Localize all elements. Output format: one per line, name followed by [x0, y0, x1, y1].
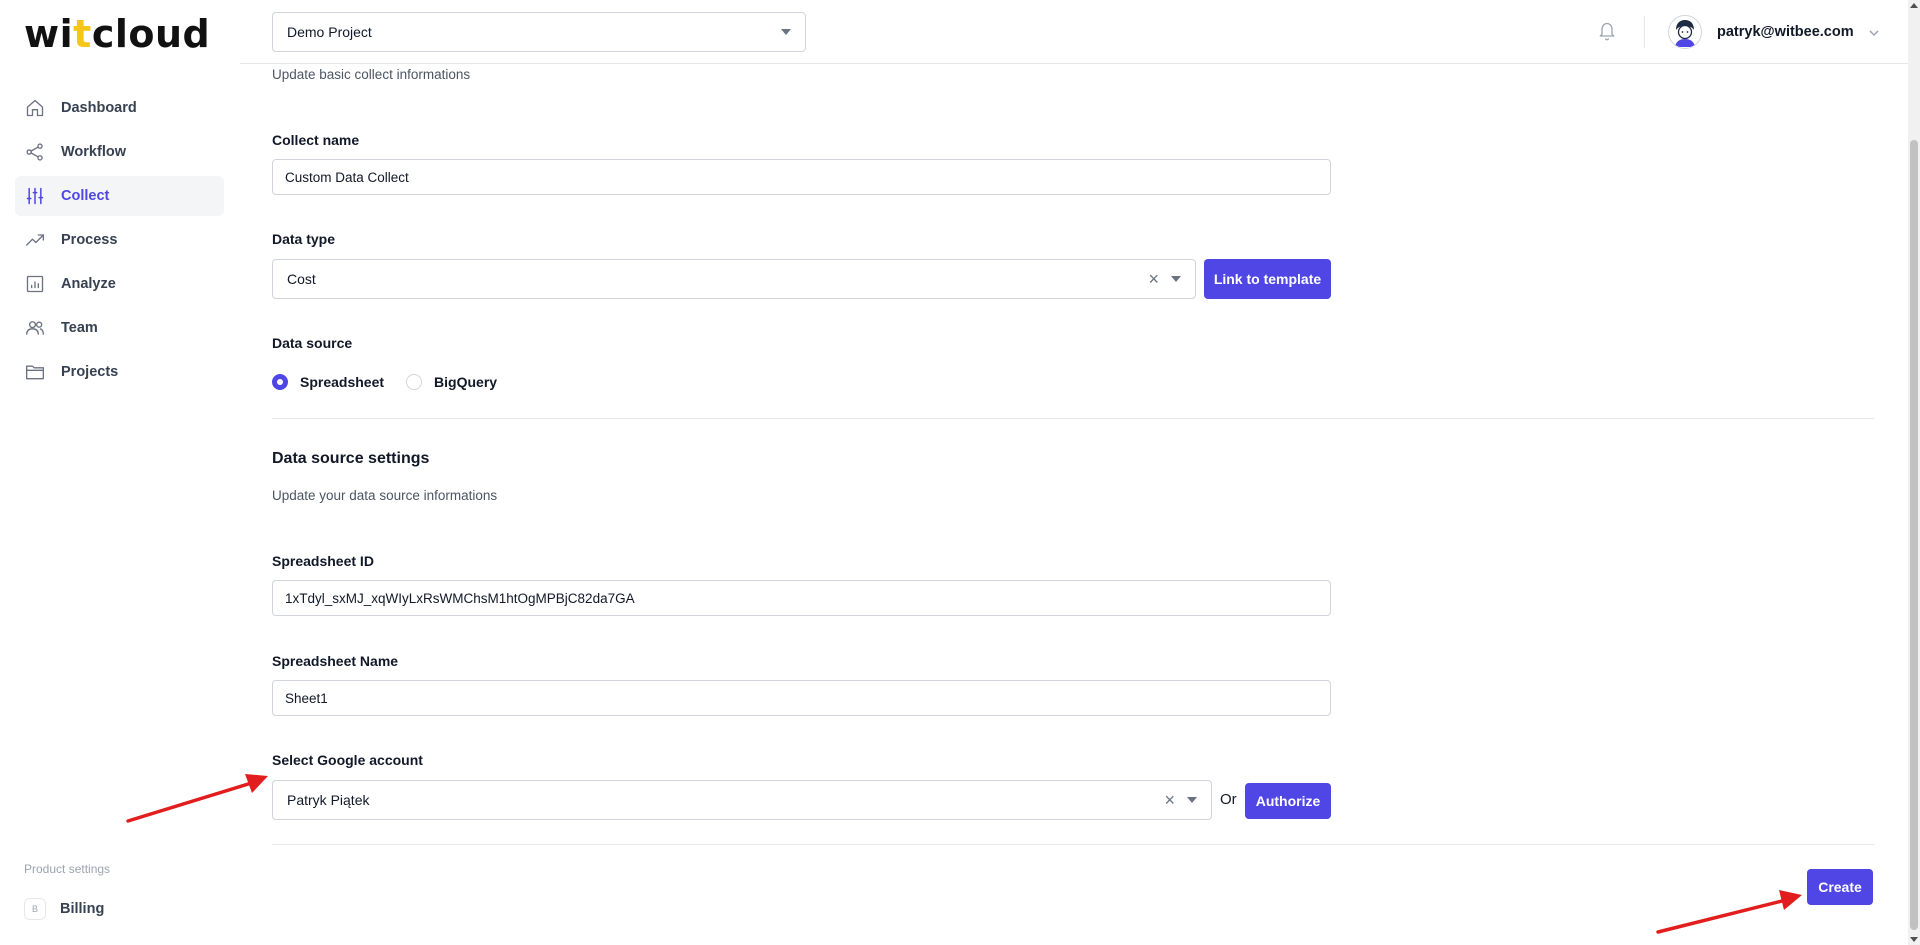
home-icon — [24, 97, 46, 119]
scrollbar-thumb[interactable] — [1910, 140, 1918, 930]
link-to-template-button[interactable]: Link to template — [1204, 259, 1331, 299]
data-source-radio-group: Spreadsheet BigQuery — [272, 374, 519, 390]
spreadsheet-name-input[interactable] — [272, 680, 1331, 716]
sidebar-item-dashboard[interactable]: Dashboard — [15, 88, 224, 128]
data-source-label: Data source — [272, 335, 353, 351]
sliders-icon — [24, 185, 46, 207]
sidebar-item-workflow[interactable]: Workflow — [15, 132, 224, 172]
spreadsheet-id-input[interactable] — [272, 580, 1331, 616]
radio-spreadsheet[interactable] — [272, 374, 288, 390]
annotation-arrow-create — [1656, 890, 1802, 934]
sidebar-item-label: Workflow — [61, 144, 126, 160]
vertical-scrollbar[interactable] — [1908, 0, 1920, 945]
sidebar-item-team[interactable]: Team — [15, 308, 224, 348]
clear-icon[interactable]: × — [1164, 791, 1175, 809]
authorize-button[interactable]: Authorize — [1245, 783, 1331, 819]
bell-icon[interactable] — [1597, 20, 1619, 44]
create-button[interactable]: Create — [1807, 869, 1873, 905]
form-footer-divider — [272, 844, 1874, 845]
avatar — [1668, 15, 1702, 49]
product-settings-heading: Product settings — [24, 862, 111, 876]
section-divider — [272, 418, 1874, 419]
chevron-down-icon — [1868, 26, 1880, 38]
sidebar-item-billing[interactable]: B Billing — [24, 898, 104, 920]
basic-info-subtitle: Update basic collect informations — [272, 67, 471, 82]
scroll-down-icon[interactable] — [1910, 937, 1918, 942]
chart-icon — [24, 273, 46, 295]
data-type-value: Cost — [287, 271, 316, 287]
radio-bigquery[interactable] — [406, 374, 423, 390]
spreadsheet-id-label: Spreadsheet ID — [272, 553, 374, 569]
trending-icon — [24, 229, 46, 251]
radio-spreadsheet-label[interactable]: Spreadsheet — [300, 374, 384, 390]
project-select[interactable]: Demo Project — [272, 12, 806, 52]
google-account-label: Select Google account — [272, 752, 423, 768]
sidebar-item-label: Team — [61, 320, 98, 336]
data-source-settings-title: Data source settings — [272, 450, 430, 467]
google-account-select[interactable]: Patryk Piątek × — [272, 780, 1212, 820]
radio-bigquery-label[interactable]: BigQuery — [434, 374, 497, 390]
caret-down-icon — [1171, 276, 1181, 282]
clear-icon[interactable]: × — [1148, 270, 1159, 288]
scroll-up-icon[interactable] — [1910, 3, 1918, 8]
caret-down-icon — [1187, 797, 1197, 803]
top-header: Demo Project patryk@witbee.com — [240, 0, 1908, 64]
logo-text-accent: t — [73, 12, 92, 56]
logo-text-suffix: cloud — [91, 12, 211, 56]
app-root: witcloud Dashboard Workflow Collect Proc… — [0, 0, 1920, 945]
share-icon — [24, 141, 46, 163]
logo[interactable]: witcloud — [24, 12, 210, 56]
sidebar-item-label: Dashboard — [61, 100, 137, 116]
billing-badge: B — [24, 898, 46, 920]
sidebar-item-label: Process — [61, 232, 118, 248]
folder-icon — [24, 361, 46, 383]
spreadsheet-name-label: Spreadsheet Name — [272, 653, 399, 669]
users-icon — [24, 317, 46, 339]
sidebar-item-process[interactable]: Process — [15, 220, 224, 260]
sidebar-item-analyze[interactable]: Analyze — [15, 264, 224, 304]
sidebar-item-label: Billing — [60, 901, 105, 917]
sidebar: witcloud Dashboard Workflow Collect Proc… — [0, 0, 240, 945]
sidebar-item-projects[interactable]: Projects — [15, 352, 224, 392]
data-source-settings-subtitle: Update your data source informations — [272, 488, 498, 503]
logo-text-prefix: wi — [24, 12, 74, 56]
header-divider — [1644, 16, 1645, 48]
sidebar-nav: Dashboard Workflow Collect Process Analy… — [15, 88, 224, 396]
data-type-label: Data type — [272, 231, 336, 247]
collect-name-label: Collect name — [272, 132, 360, 148]
caret-down-icon — [781, 29, 791, 35]
user-menu[interactable]: patryk@witbee.com — [1668, 15, 1880, 49]
sidebar-item-label: Collect — [61, 188, 110, 204]
collect-name-input[interactable] — [272, 159, 1331, 195]
google-account-value: Patryk Piątek — [287, 792, 370, 808]
user-email: patryk@witbee.com — [1717, 24, 1854, 40]
project-select-value: Demo Project — [287, 24, 372, 40]
sidebar-item-label: Analyze — [61, 276, 116, 292]
sidebar-item-label: Projects — [61, 364, 119, 380]
data-type-select[interactable]: Cost × — [272, 259, 1196, 299]
sidebar-item-collect[interactable]: Collect — [15, 176, 224, 216]
or-text: Or — [1220, 791, 1237, 808]
